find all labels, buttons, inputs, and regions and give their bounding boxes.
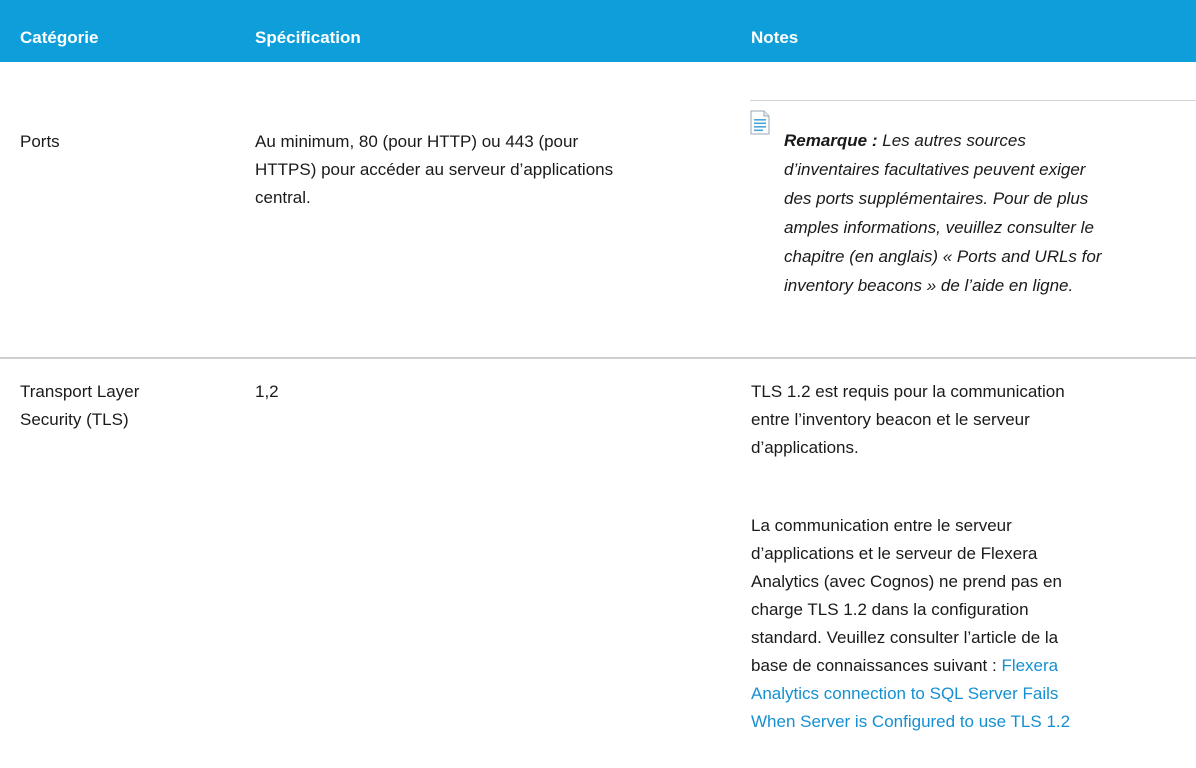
row-tls-notes-paragraph-1: TLS 1.2 est requis pour la communication… (751, 378, 1191, 462)
notes-line: La communication entre le serveur (751, 516, 1012, 535)
kb-article-link[interactable]: Flexera (1001, 656, 1058, 675)
notes-line: d’applications. (751, 438, 859, 457)
notes-line: TLS 1.2 est requis pour la communication (751, 382, 1065, 401)
table-header: Catégorie Spécification Notes (0, 0, 1196, 62)
spec-line: central. (255, 188, 311, 207)
category-line: Transport Layer (20, 382, 140, 401)
notes-line: base de connaissances suivant : Flexera (751, 652, 1191, 680)
notes-line: Analytics (avec Cognos) ne prend pas en (751, 572, 1062, 591)
note-icon (750, 110, 770, 135)
notes-line: standard. Veuillez consulter l’article d… (751, 628, 1059, 647)
spec-line: HTTPS) pour accéder au serveur d’applica… (255, 160, 614, 179)
note-box: Remarque : Les autres sources d’inventai… (750, 98, 1196, 363)
note-line: amples informations, veuillez consulter … (784, 218, 1094, 237)
header-specification: Spécification (255, 28, 361, 47)
note-line: d’inventaires facultatives peuvent exige… (784, 160, 1086, 179)
note-line: chapitre (en anglais) « Ports and URLs f… (784, 247, 1102, 266)
note-first-text: Les autres sources (877, 131, 1026, 150)
notes-line: d’applications et le serveur de Flexera (751, 544, 1038, 563)
header-category: Catégorie (20, 28, 99, 47)
row-tls-notes-paragraph-2: La communication entre le serveur d’appl… (751, 512, 1191, 736)
row-ports-category: Ports (20, 132, 60, 151)
notes-line: entre l’inventory beacon et le serveur (751, 410, 1030, 429)
notes-line: When Server is Configured to use TLS 1.2 (751, 708, 1191, 736)
note-label: Remarque : (784, 131, 878, 150)
row-ports-specification: Au minimum, 80 (pour HTTP) ou 443 (pour … (255, 128, 735, 212)
kb-article-link[interactable]: When Server is Configured to use TLS 1.2 (751, 712, 1070, 731)
spec-line: Au minimum, 80 (pour HTTP) ou 443 (pour (255, 132, 579, 151)
note-text: Remarque : Les autres sources d’inventai… (784, 126, 1196, 300)
note-first-line: Remarque : Les autres sources (784, 126, 1196, 155)
kb-article-link[interactable]: Analytics connection to SQL Server Fails (751, 684, 1058, 703)
note-line: inventory beacons » de l’aide en ligne. (784, 276, 1074, 295)
row-tls-category: Transport Layer Security (TLS) (20, 378, 139, 434)
row-tls-specification: 1,2 (255, 382, 279, 401)
note-line: des ports supplémentaires. Pour de plus (784, 189, 1089, 208)
notes-line: Analytics connection to SQL Server Fails (751, 680, 1191, 708)
requirements-table: Catégorie Spécification Notes Ports Au m… (0, 0, 1196, 768)
notes-line-prefix: base de connaissances suivant : (751, 656, 1002, 675)
category-line: Security (TLS) (20, 410, 129, 429)
notes-line: charge TLS 1.2 dans la configuration (751, 600, 1029, 619)
row-divider (0, 357, 1196, 359)
header-notes: Notes (751, 28, 799, 47)
